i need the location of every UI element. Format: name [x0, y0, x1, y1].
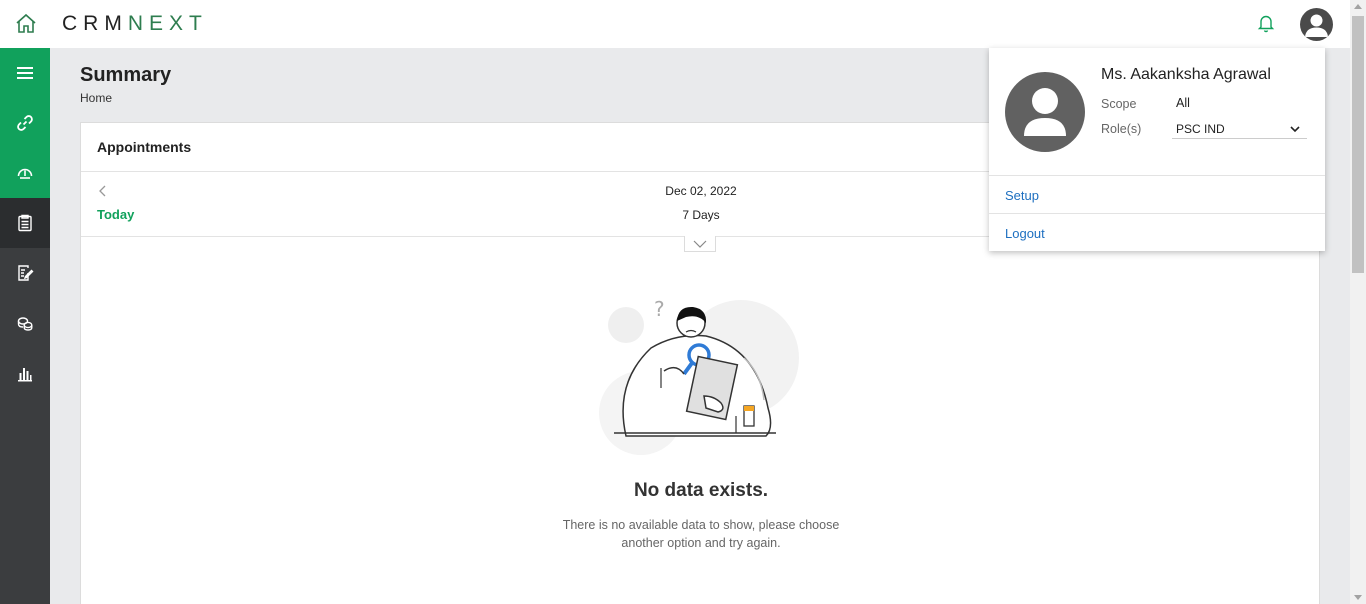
profile-name: Ms. Aakanksha Agrawal	[1101, 66, 1271, 83]
breadcrumb[interactable]: Home	[80, 91, 112, 105]
menu-icon	[17, 67, 33, 79]
home-icon[interactable]	[14, 12, 38, 36]
divider	[989, 175, 1325, 176]
role-select[interactable]: PSC IND	[1172, 119, 1307, 139]
sidebar-item-links[interactable]	[0, 98, 50, 148]
sidebar-item-dashboard[interactable]	[0, 148, 50, 198]
chevron-left-icon[interactable]	[95, 183, 111, 199]
setup-link[interactable]: Setup	[1005, 188, 1039, 203]
empty-state-description: There is no available data to show, plea…	[551, 516, 851, 552]
scope-value: All	[1176, 96, 1190, 110]
card-title: Appointments	[97, 139, 192, 155]
scroll-thumb[interactable]	[1352, 16, 1364, 273]
profile-dropdown: Ms. Aakanksha Agrawal Scope All Role(s) …	[989, 48, 1325, 251]
logout-link[interactable]: Logout	[1005, 226, 1045, 241]
user-avatar-icon[interactable]	[1300, 8, 1333, 41]
sidebar-item-edit-document[interactable]	[0, 248, 50, 298]
clipboard-icon	[18, 214, 32, 232]
chevron-down-icon	[693, 240, 707, 248]
scroll-up-icon[interactable]	[1354, 4, 1362, 9]
bell-icon[interactable]	[1255, 12, 1277, 34]
top-bar: CRMNEXT	[0, 0, 1350, 48]
sidebar-item-finance[interactable]	[0, 298, 50, 348]
page-scrollbar[interactable]	[1350, 0, 1366, 604]
chevron-down-icon	[1290, 126, 1300, 133]
page-title: Summary	[80, 64, 172, 86]
app-logo: CRMNEXT	[62, 12, 208, 35]
profile-avatar-icon	[1005, 72, 1085, 152]
date-range[interactable]: 7 Days	[641, 208, 761, 222]
current-date: Dec 02, 2022	[665, 184, 737, 198]
sidebar-item-clipboard[interactable]	[0, 198, 50, 248]
divider	[989, 213, 1325, 214]
expand-button[interactable]	[684, 236, 716, 252]
sidebar-item-reports[interactable]	[0, 348, 50, 398]
scroll-down-icon[interactable]	[1354, 595, 1362, 600]
sidebar	[0, 48, 50, 604]
svg-text:?: ?	[654, 297, 665, 321]
today-link[interactable]: Today	[97, 207, 134, 222]
dashboard-icon	[17, 168, 33, 179]
coins-icon	[17, 317, 33, 331]
empty-desc-line: There is no available data to show, plea…	[562, 518, 840, 532]
empty-state-title: No data exists.	[633, 480, 769, 501]
scope-label: Scope	[1101, 97, 1137, 111]
edit-document-icon	[18, 265, 34, 281]
empty-desc-line: another option and try again.	[621, 536, 781, 550]
link-icon	[17, 115, 33, 131]
role-value: PSC IND	[1176, 122, 1225, 136]
no-data-illustration: ?	[596, 288, 806, 458]
bar-chart-icon	[18, 368, 32, 382]
sidebar-item-menu[interactable]	[0, 48, 50, 98]
role-label: Role(s)	[1101, 122, 1142, 136]
